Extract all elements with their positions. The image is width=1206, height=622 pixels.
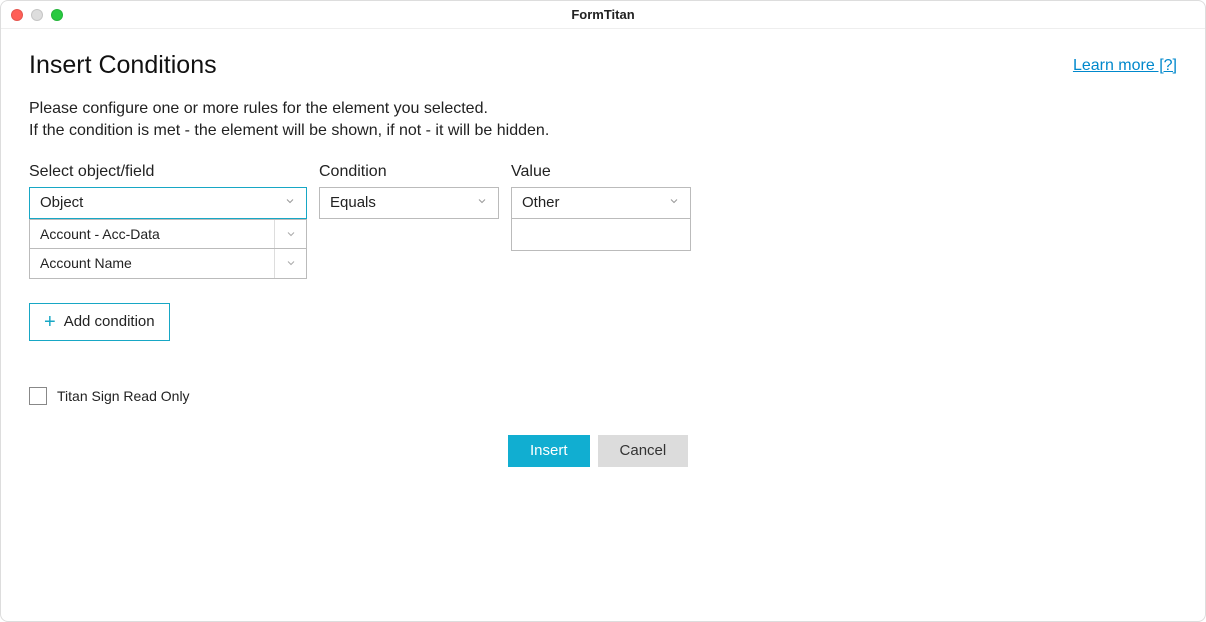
plus-icon: + xyxy=(44,312,56,332)
condition-column: Condition Equals xyxy=(319,163,499,219)
titlebar: FormTitan xyxy=(1,1,1205,29)
close-window-button[interactable] xyxy=(11,9,23,21)
read-only-row: Titan Sign Read Only xyxy=(29,387,1177,405)
window: FormTitan Insert Conditions Learn more [… xyxy=(0,0,1206,622)
condition-select[interactable]: Equals xyxy=(319,187,499,219)
dialog-content: Insert Conditions Learn more [?] Please … xyxy=(1,29,1205,621)
object-type-value: Object xyxy=(40,194,83,211)
chevron-down-icon xyxy=(476,195,488,210)
chevron-down-icon xyxy=(668,195,680,210)
window-title: FormTitan xyxy=(1,7,1205,22)
value-select[interactable]: Other xyxy=(511,187,691,219)
learn-more-link[interactable]: Learn more [?] xyxy=(1073,57,1177,75)
traffic-lights xyxy=(11,9,63,21)
description-line-1: Please configure one or more rules for t… xyxy=(29,98,1177,120)
cancel-button[interactable]: Cancel xyxy=(598,435,689,467)
object-field-select[interactable]: Account Name xyxy=(29,249,307,279)
add-condition-button[interactable]: + Add condition xyxy=(29,303,170,341)
condition-label: Condition xyxy=(319,163,499,181)
add-condition-label: Add condition xyxy=(64,313,155,330)
chevron-down-icon xyxy=(274,220,306,248)
value-column: Value Other xyxy=(511,163,691,251)
object-account-value: Account - Acc-Data xyxy=(40,226,160,242)
minimize-window-button[interactable] xyxy=(31,9,43,21)
insert-button[interactable]: Insert xyxy=(508,435,590,467)
condition-value: Equals xyxy=(330,194,376,211)
value-input[interactable] xyxy=(511,219,691,251)
conditions-form: Select object/field Object Account - Acc… xyxy=(29,163,1177,467)
description-line-2: If the condition is met - the element wi… xyxy=(29,120,1177,142)
maximize-window-button[interactable] xyxy=(51,9,63,21)
object-field-column: Select object/field Object Account - Acc… xyxy=(29,163,307,279)
value-label: Value xyxy=(511,163,691,181)
read-only-label: Titan Sign Read Only xyxy=(57,388,190,404)
dialog-buttons: Insert Cancel xyxy=(508,435,1177,467)
read-only-checkbox[interactable] xyxy=(29,387,47,405)
description-text: Please configure one or more rules for t… xyxy=(29,98,1177,143)
object-field-label: Select object/field xyxy=(29,163,307,181)
page-title: Insert Conditions xyxy=(29,51,217,80)
object-field-value: Account Name xyxy=(40,255,132,271)
object-type-select[interactable]: Object xyxy=(29,187,307,219)
chevron-down-icon xyxy=(274,249,306,278)
object-account-select[interactable]: Account - Acc-Data xyxy=(29,219,307,249)
value-select-value: Other xyxy=(522,194,560,211)
chevron-down-icon xyxy=(284,195,296,210)
